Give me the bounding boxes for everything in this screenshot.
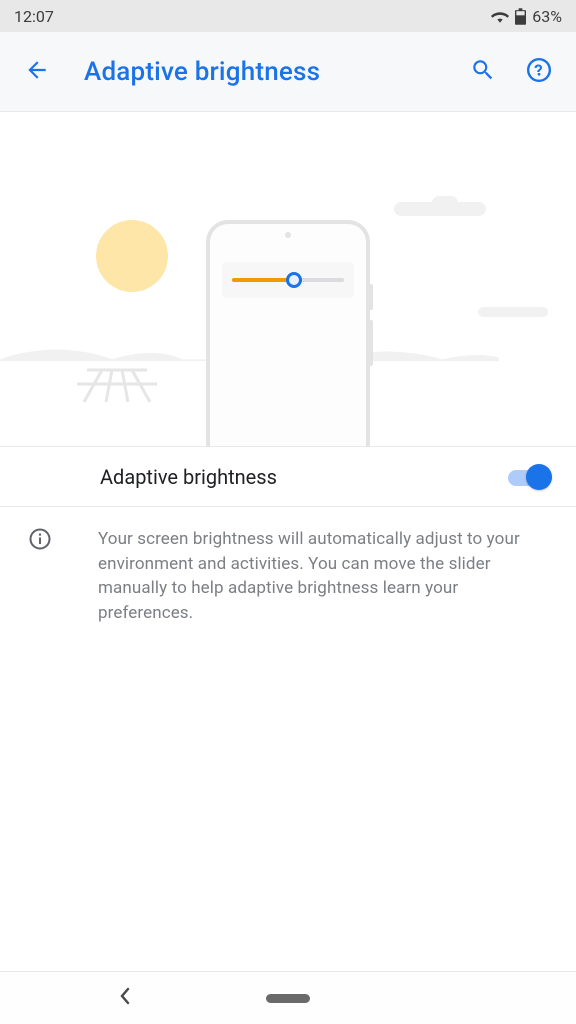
adaptive-brightness-toggle-row[interactable]: Adaptive brightness: [0, 447, 576, 507]
info-text: Your screen brightness will automaticall…: [98, 527, 552, 626]
cloud-icon: [478, 307, 548, 317]
status-battery: 63%: [532, 7, 562, 26]
app-bar: Adaptive brightness: [0, 32, 576, 112]
cloud-icon: [394, 202, 486, 216]
battery-icon: [515, 8, 526, 25]
info-icon: [28, 527, 52, 626]
nav-home-pill[interactable]: [266, 994, 310, 1003]
adaptive-brightness-switch[interactable]: [508, 463, 552, 491]
status-time: 12:07: [14, 7, 54, 26]
search-button[interactable]: [464, 51, 502, 93]
wifi-icon: [491, 9, 509, 23]
phone-illustration: [206, 220, 370, 447]
hero-illustration: [0, 112, 576, 447]
status-bar: 12:07 63%: [0, 0, 576, 32]
help-button[interactable]: [520, 51, 558, 93]
navigation-bar: [0, 972, 576, 1024]
page-title: Adaptive brightness: [84, 57, 446, 87]
info-row: Your screen brightness will automaticall…: [0, 507, 576, 626]
picnic-table-icon: [72, 362, 162, 416]
toggle-label: Adaptive brightness: [100, 465, 277, 489]
back-button[interactable]: [18, 51, 56, 93]
sun-icon: [96, 220, 168, 292]
nav-back-button[interactable]: [118, 986, 132, 1010]
brightness-slider-illustration: [222, 262, 354, 298]
